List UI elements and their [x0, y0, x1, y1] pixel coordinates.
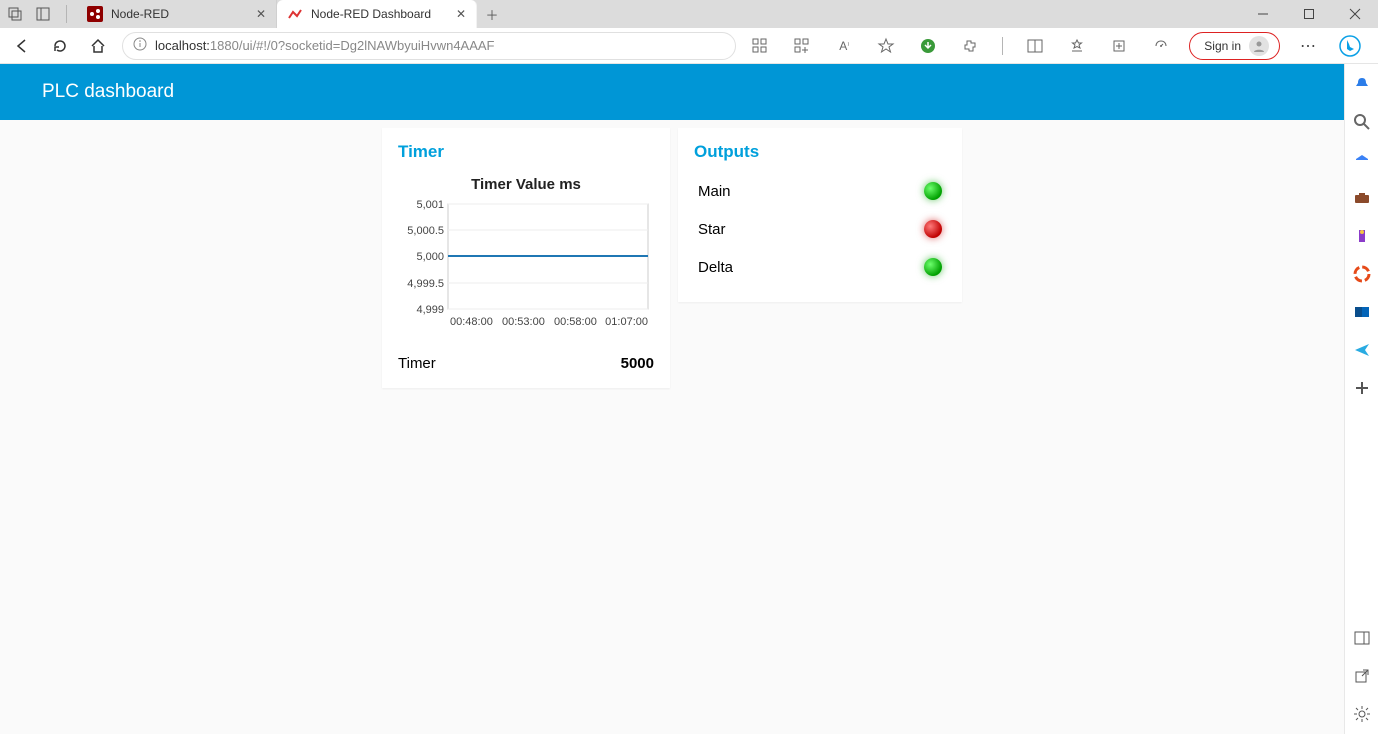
x-tick: 00:48:00: [450, 316, 493, 328]
page-title: PLC dashboard: [42, 81, 174, 103]
more-menu-button[interactable]: ⋯: [1294, 32, 1322, 60]
timer-value: 5000: [621, 355, 654, 372]
nav-refresh-button[interactable]: [46, 32, 74, 60]
split-screen-icon[interactable]: [1021, 32, 1049, 60]
led-indicator: [924, 258, 942, 276]
chart-title: Timer Value ms: [398, 176, 654, 193]
read-aloud-icon[interactable]: A⁾: [830, 32, 858, 60]
idm-icon[interactable]: [914, 32, 942, 60]
shopping-icon[interactable]: [1352, 150, 1372, 170]
close-icon[interactable]: ✕: [256, 7, 266, 21]
timer-card: Timer Timer Value ms 5,001 5,000.5 5,0: [382, 128, 670, 388]
site-info-icon[interactable]: [133, 37, 147, 54]
x-tick: 01:07:00: [605, 316, 648, 328]
signin-button[interactable]: Sign in: [1189, 32, 1280, 60]
bing-icon[interactable]: [1336, 32, 1364, 60]
apps-icon[interactable]: [746, 32, 774, 60]
y-tick: 4,999: [416, 304, 444, 316]
avatar-icon: [1249, 36, 1269, 56]
browser-titlebar: Node-RED ✕ Node-RED Dashboard ✕ ＋: [0, 0, 1378, 28]
collections-icon[interactable]: [1105, 32, 1133, 60]
outputs-card: Outputs Main Star Delta: [678, 128, 962, 302]
nodered-icon: [87, 6, 103, 22]
close-icon[interactable]: ✕: [456, 7, 466, 21]
open-external-icon[interactable]: [1352, 666, 1372, 686]
office-icon[interactable]: [1352, 264, 1372, 284]
output-label: Delta: [698, 259, 733, 276]
window-maximize-button[interactable]: [1286, 0, 1332, 28]
timer-chart: 5,001 5,000.5 5,000 4,999.5 4,999 00:48:…: [398, 199, 654, 329]
search-icon[interactable]: [1352, 112, 1372, 132]
output-row-delta: Delta: [694, 248, 946, 286]
window-minimize-button[interactable]: [1240, 0, 1286, 28]
x-tick: 00:53:00: [502, 316, 545, 328]
led-indicator: [924, 220, 942, 238]
timer-value-label: Timer: [398, 355, 436, 372]
output-label: Main: [698, 183, 731, 200]
signin-label: Sign in: [1204, 39, 1241, 53]
games-icon[interactable]: [1352, 226, 1372, 246]
send-icon[interactable]: [1352, 340, 1372, 360]
vertical-tabs-icon[interactable]: [34, 5, 52, 23]
dashboard-header: PLC dashboard: [0, 64, 1344, 120]
url-host: localhost:: [155, 38, 210, 53]
dashboard-icon: [287, 6, 303, 22]
y-tick: 5,001: [416, 199, 444, 211]
window-close-button[interactable]: [1332, 0, 1378, 28]
nav-back-button[interactable]: [8, 32, 36, 60]
output-label: Star: [698, 221, 726, 238]
tab-actions-icon[interactable]: [6, 5, 24, 23]
notifications-icon[interactable]: [1352, 74, 1372, 94]
y-tick: 4,999.5: [407, 278, 444, 290]
tab-label: Node-RED Dashboard: [311, 7, 448, 21]
performance-icon[interactable]: [1147, 32, 1175, 60]
output-row-star: Star: [694, 210, 946, 248]
y-tick: 5,000: [416, 251, 444, 263]
x-tick: 00:58:00: [554, 316, 597, 328]
y-tick: 5,000.5: [407, 225, 444, 237]
card-title: Outputs: [694, 142, 946, 162]
page-viewport: PLC dashboard Timer Timer Value ms: [0, 64, 1344, 734]
tab-node-red-dashboard[interactable]: Node-RED Dashboard ✕: [277, 0, 477, 28]
card-title: Timer: [398, 142, 654, 162]
output-row-main: Main: [694, 172, 946, 210]
outlook-icon[interactable]: [1352, 302, 1372, 322]
address-bar: localhost:1880/ui/#!/0?socketid=Dg2lNAWb…: [0, 28, 1378, 64]
url-path: 1880/ui/#!/0?socketid=Dg2lNAWbyuiHvwn4AA…: [210, 38, 495, 53]
led-indicator: [924, 182, 942, 200]
new-tab-button[interactable]: ＋: [477, 0, 507, 28]
extensions-icon[interactable]: [956, 32, 984, 60]
url-field[interactable]: localhost:1880/ui/#!/0?socketid=Dg2lNAWb…: [122, 32, 736, 60]
tools-icon[interactable]: [1352, 188, 1372, 208]
tab-node-red[interactable]: Node-RED ✕: [77, 0, 277, 28]
sidebar-toggle-icon[interactable]: [1352, 628, 1372, 648]
settings-icon[interactable]: [1352, 704, 1372, 724]
favorites-list-icon[interactable]: [1063, 32, 1091, 60]
edge-right-sidebar: [1344, 64, 1378, 734]
nav-home-button[interactable]: [84, 32, 112, 60]
add-app-icon[interactable]: [788, 32, 816, 60]
add-sidebar-icon[interactable]: [1352, 378, 1372, 398]
tab-label: Node-RED: [111, 7, 248, 21]
favorite-icon[interactable]: [872, 32, 900, 60]
